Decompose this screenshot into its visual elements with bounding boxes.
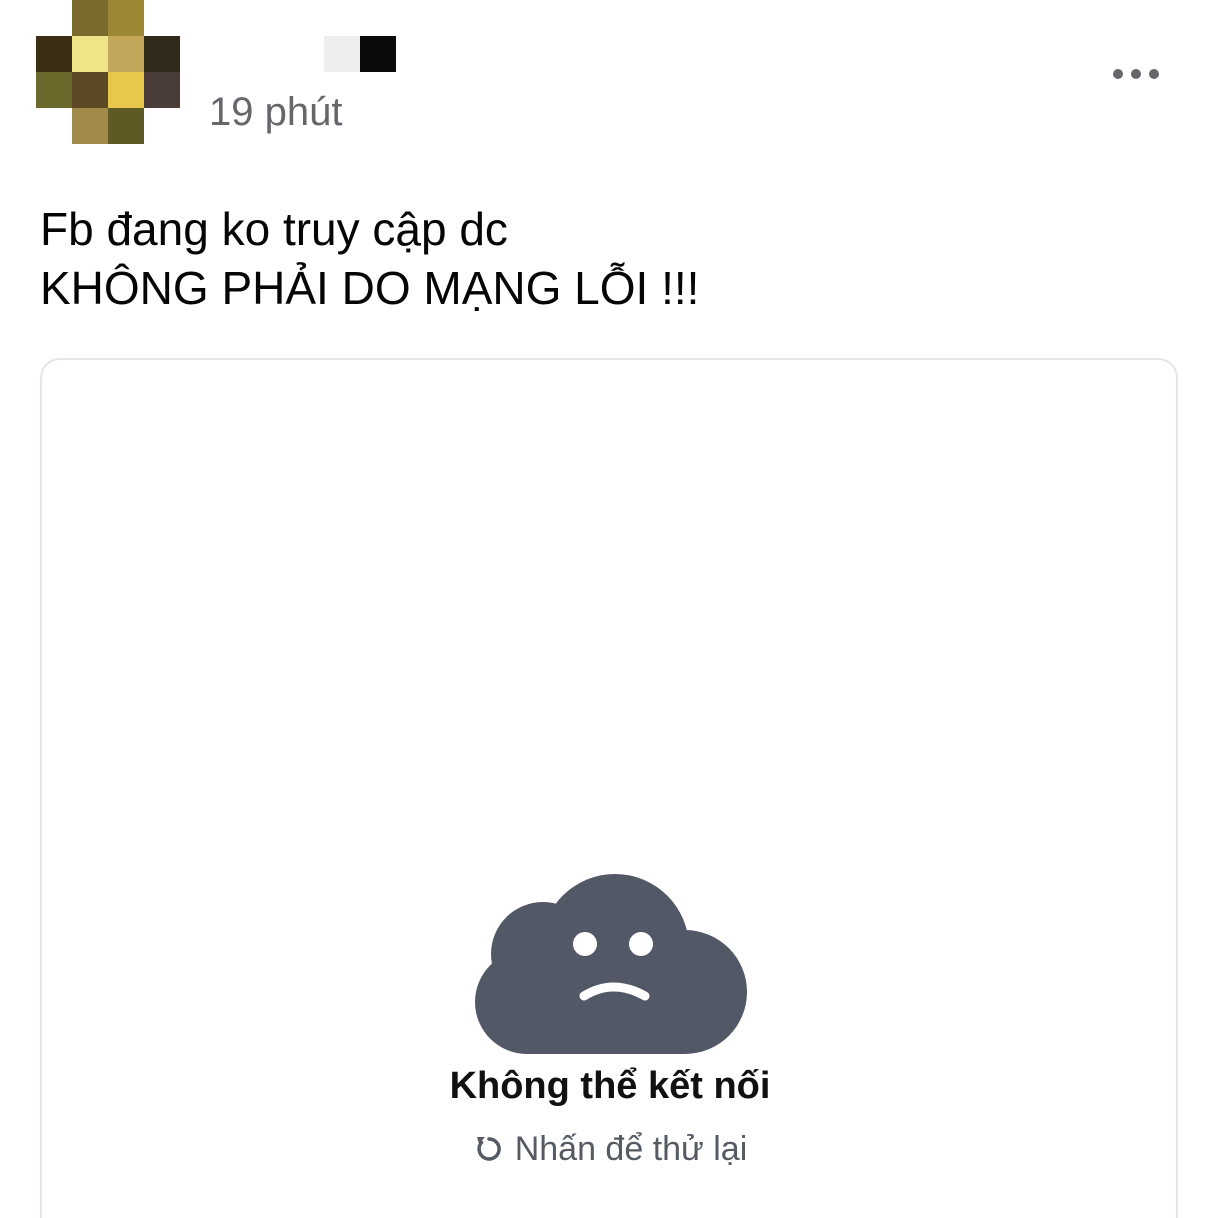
author-name[interactable] — [324, 36, 396, 72]
sad-cloud-icon — [475, 874, 747, 1054]
avatar-pixel — [144, 72, 180, 108]
post-card: 19 phút Fb đang ko truy cập dc KHÔNG PHẢ… — [0, 0, 1220, 1218]
retry-label: Nhấn để thử lại — [514, 1130, 748, 1168]
avatar-pixel — [72, 72, 108, 108]
avatar-pixel — [36, 36, 72, 72]
author-name-pixel — [360, 36, 396, 72]
retry-button[interactable]: Nhấn để thử lại — [330, 1126, 890, 1172]
post-text-line: Fb đang ko truy cập dc — [40, 203, 508, 255]
more-options-button[interactable] — [1104, 54, 1168, 94]
avatar-pixel — [72, 36, 108, 72]
avatar-pixel — [72, 108, 108, 144]
post-text: Fb đang ko truy cập dc KHÔNG PHẢI DO MẠN… — [40, 200, 699, 318]
avatar[interactable] — [36, 0, 180, 144]
avatar-pixel — [108, 72, 144, 108]
avatar-pixel — [108, 108, 144, 144]
avatar-pixel — [72, 0, 108, 36]
refresh-icon — [476, 1137, 501, 1161]
avatar-pixel — [108, 0, 144, 36]
more-horizontal-icon — [1113, 69, 1159, 79]
avatar-pixel — [36, 72, 72, 108]
post-timestamp[interactable]: 19 phút — [209, 88, 342, 136]
avatar-pixel — [108, 36, 144, 72]
author-name-pixel — [324, 36, 360, 72]
avatar-pixel — [144, 36, 180, 72]
error-title: Không thể kết nối — [449, 1065, 771, 1107]
post-text-line: KHÔNG PHẢI DO MẠNG LỖI !!! — [40, 262, 700, 314]
